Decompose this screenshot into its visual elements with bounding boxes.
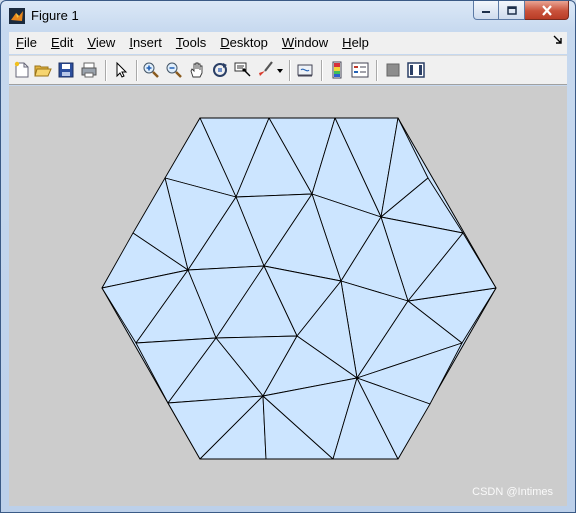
colorbar-icon[interactable] — [328, 61, 346, 79]
link-plot-icon[interactable] — [296, 61, 314, 79]
menu-file-label: ile — [23, 35, 37, 50]
menu-desktop-mnemonic: D — [220, 35, 230, 50]
menu-view-mnemonic: V — [87, 35, 96, 50]
print-icon[interactable] — [80, 61, 98, 79]
window-controls — [473, 1, 569, 21]
menu-file-mnemonic: F — [16, 35, 24, 50]
triangular-mesh-plot — [101, 117, 497, 460]
menu-file[interactable]: File — [9, 32, 44, 54]
toolbar-separator — [376, 60, 378, 81]
menu-edit[interactable]: Edit — [44, 32, 80, 54]
legend-icon[interactable] — [351, 61, 369, 79]
menu-window[interactable]: Window — [275, 32, 335, 54]
figure-window: Figure 1 File Edit View Insert Tools Des… — [0, 0, 576, 513]
menu-tools[interactable]: Tools — [169, 32, 213, 54]
matlab-app-icon — [9, 8, 25, 24]
edit-plot-arrow-icon[interactable] — [112, 61, 130, 79]
menu-tools-label: ools — [182, 35, 207, 50]
menu-window-label: indow — [294, 35, 329, 50]
menu-view-label: iew — [95, 35, 116, 50]
menu-help[interactable]: Help — [335, 32, 376, 54]
maximize-button[interactable] — [499, 1, 525, 20]
menu-view[interactable]: View — [80, 32, 122, 54]
brush-dropdown-icon[interactable] — [277, 68, 283, 74]
toolbar-separator — [289, 60, 291, 81]
title-bar[interactable]: Figure 1 — [1, 1, 575, 31]
toolbar-separator — [105, 60, 107, 81]
close-button[interactable] — [525, 1, 569, 20]
menu-window-mnemonic: W — [281, 35, 295, 50]
pan-hand-icon[interactable] — [188, 61, 206, 79]
window-title: Figure 1 — [31, 8, 79, 23]
zoom-out-icon[interactable] — [165, 61, 183, 79]
figure-canvas[interactable]: CSDN @Intimes — [9, 86, 567, 506]
maximize-icon — [506, 5, 517, 15]
toolbar-separator — [136, 60, 138, 81]
menu-help-label: elp — [351, 35, 369, 50]
minimize-button[interactable] — [473, 1, 499, 20]
watermark-text: CSDN @Intimes — [472, 486, 553, 498]
hide-plot-tools-icon[interactable] — [384, 61, 402, 79]
menu-edit-label: dit — [59, 35, 74, 50]
save-icon[interactable] — [57, 61, 75, 79]
minimize-icon — [482, 11, 490, 13]
toolbar-separator — [321, 60, 323, 81]
open-file-icon[interactable] — [34, 61, 52, 79]
brush-icon[interactable] — [257, 61, 275, 79]
menu-insert[interactable]: Insert — [122, 32, 169, 54]
dock-arrow-icon[interactable] — [553, 35, 563, 45]
menu-desktop[interactable]: Desktop — [213, 32, 275, 54]
menu-edit-mnemonic: E — [50, 35, 60, 50]
new-figure-icon[interactable] — [13, 61, 31, 79]
menu-help-mnemonic: H — [342, 35, 352, 50]
figure-toolbar — [9, 55, 567, 85]
show-plot-tools-icon[interactable] — [407, 61, 425, 79]
menu-insert-label: nsert — [132, 35, 162, 50]
rotate-3d-icon[interactable] — [211, 61, 229, 79]
menu-desktop-label: esktop — [229, 35, 268, 50]
close-icon — [541, 4, 552, 16]
zoom-in-icon[interactable] — [142, 61, 160, 79]
data-cursor-icon[interactable] — [234, 61, 252, 79]
menu-bar: File Edit View Insert Tools Desktop Wind… — [9, 32, 567, 54]
